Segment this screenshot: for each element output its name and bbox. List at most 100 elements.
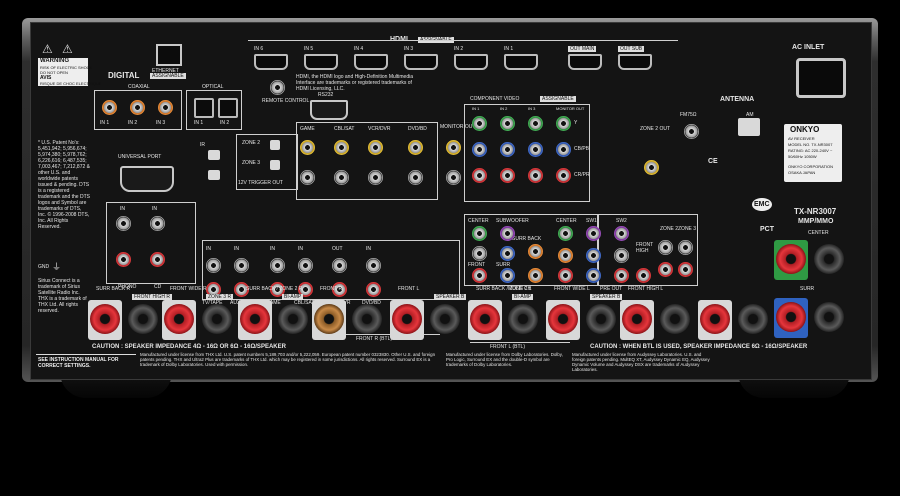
preout-surr-r-jack[interactable] xyxy=(586,268,601,283)
component-3-1-jack[interactable] xyxy=(556,142,571,157)
speaker-group-label-2: SURR BACK / ZONE 2 R xyxy=(246,286,303,292)
component-0-2-jack[interactable] xyxy=(472,168,487,183)
speaker-plus-terminal-6[interactable] xyxy=(548,304,578,334)
speaker-plus-terminal-2[interactable] xyxy=(240,304,270,334)
speaker-minus-terminal-7[interactable] xyxy=(660,304,690,334)
center-plus-terminal[interactable] xyxy=(776,244,806,274)
component-row-2: CR/PR xyxy=(574,172,590,178)
front-high-r-jack[interactable] xyxy=(636,268,651,283)
hdmi-out-main-port[interactable] xyxy=(568,54,602,70)
fm-antenna-jack[interactable] xyxy=(684,124,699,139)
phono-r-jack[interactable] xyxy=(116,252,131,267)
component-2-2-jack[interactable] xyxy=(528,168,543,183)
emc-mark: EMC xyxy=(752,198,772,211)
component-3-0-jack[interactable] xyxy=(556,116,571,131)
speaker-minus-terminal-1[interactable] xyxy=(202,304,232,334)
hdmi-in1-port[interactable] xyxy=(504,54,538,70)
speaker-plus-terminal-8[interactable] xyxy=(700,304,730,334)
speaker-minus-terminal-5[interactable] xyxy=(508,304,538,334)
zone3-trigger-jack[interactable] xyxy=(270,160,280,170)
hdmi-in4-port[interactable] xyxy=(354,54,388,70)
hdmi-in5-label: IN 5 xyxy=(304,46,314,52)
ir-label: IR xyxy=(200,142,205,148)
hdmi-in3-port[interactable] xyxy=(404,54,438,70)
component-1-2-jack[interactable] xyxy=(500,168,515,183)
coaxial-in1-jack[interactable] xyxy=(102,100,117,115)
preout-sw2-jack[interactable] xyxy=(614,226,629,241)
cd-l-jack[interactable] xyxy=(150,216,165,231)
coaxial-in3-jack[interactable] xyxy=(158,100,173,115)
rs232-port[interactable] xyxy=(310,100,348,120)
phono-l-jack[interactable] xyxy=(116,216,131,231)
multich-front-r-jack[interactable] xyxy=(472,268,487,283)
coaxial-in2-jack[interactable] xyxy=(130,100,145,115)
speaker-minus-terminal-6[interactable] xyxy=(586,304,616,334)
zone2-out-l-jack[interactable] xyxy=(658,240,673,255)
speaker-plus-terminal-0[interactable] xyxy=(90,304,120,334)
speaker-plus-terminal-3[interactable] xyxy=(314,304,344,334)
preout-center-label: CENTER xyxy=(556,218,577,224)
preout-sw2-label: SW2 xyxy=(616,218,627,224)
preout-surr-jack[interactable] xyxy=(586,248,601,263)
hdmi-in5-port[interactable] xyxy=(304,54,338,70)
speaker-minus-terminal-8[interactable] xyxy=(738,304,768,334)
optical-in2-label: IN 2 xyxy=(220,120,230,126)
digital-assignable-tag: ASSIGNABLE xyxy=(150,73,186,79)
universal-port-label: UNIVERSAL PORT xyxy=(118,154,162,160)
surr-r-plus-terminal[interactable] xyxy=(776,302,806,332)
multich-surrback-r-jack[interactable] xyxy=(528,268,543,283)
monitor-out-video-jack[interactable] xyxy=(446,140,461,155)
speaker-plus-terminal-5[interactable] xyxy=(470,304,500,334)
component-0-1-jack[interactable] xyxy=(472,142,487,157)
component-3-2-jack[interactable] xyxy=(556,168,571,183)
preout-center-jack[interactable] xyxy=(558,226,573,241)
multich-center-jack[interactable] xyxy=(472,226,487,241)
component-assignable-tag: ASSIGNABLE xyxy=(540,96,576,102)
preout-front-jack[interactable] xyxy=(614,248,629,263)
multich-surr-l-jack[interactable] xyxy=(500,246,515,261)
multich-front-l-jack[interactable] xyxy=(472,246,487,261)
multich-surr-r-jack[interactable] xyxy=(500,268,515,283)
speaker-minus-terminal-0[interactable] xyxy=(128,304,158,334)
speaker-plus-terminal-7[interactable] xyxy=(622,304,652,334)
remote-control-jack[interactable] xyxy=(270,80,285,95)
caution-icon: ⚠ xyxy=(62,42,73,56)
preout-surrback-jack[interactable] xyxy=(558,248,573,263)
preout-front-r-jack[interactable] xyxy=(614,268,629,283)
speaker-minus-terminal-2[interactable] xyxy=(278,304,308,334)
ir-in-jack[interactable] xyxy=(208,150,220,160)
preout-sw1-jack[interactable] xyxy=(586,226,601,241)
rs232-label: RS232 xyxy=(318,92,334,98)
ir-out-jack[interactable] xyxy=(208,170,220,180)
monitor-out-svideo-jack[interactable] xyxy=(446,170,461,185)
zone2-trigger-jack[interactable] xyxy=(270,140,280,150)
component-0-0-jack[interactable] xyxy=(472,116,487,131)
hdmi-in2-port[interactable] xyxy=(454,54,488,70)
speaker-plus-terminal-1[interactable] xyxy=(164,304,194,334)
cd-r-jack[interactable] xyxy=(150,252,165,267)
zone3-out-r-jack[interactable] xyxy=(678,262,693,277)
component-1-1-jack[interactable] xyxy=(500,142,515,157)
component-2-1-jack[interactable] xyxy=(528,142,543,157)
speaker-minus-terminal-4[interactable] xyxy=(430,304,460,334)
component-1-0-jack[interactable] xyxy=(500,116,515,131)
speaker-plus-terminal-4[interactable] xyxy=(392,304,422,334)
hdmi-out-sub-port[interactable] xyxy=(618,54,652,70)
surr-r-minus-terminal[interactable] xyxy=(814,302,844,332)
optical-in2-port[interactable] xyxy=(218,98,238,118)
zone2-out-r-jack[interactable] xyxy=(658,262,673,277)
center-minus-terminal[interactable] xyxy=(814,244,844,274)
speaker-minus-terminal-3[interactable] xyxy=(352,304,382,334)
hdmi-in6-port[interactable] xyxy=(254,54,288,70)
optical-in1-port[interactable] xyxy=(194,98,214,118)
component-2-0-jack[interactable] xyxy=(528,116,543,131)
zone3-out-l-jack[interactable] xyxy=(678,240,693,255)
ac-inlet-socket[interactable] xyxy=(796,58,846,98)
multich-surrback-l-jack[interactable] xyxy=(528,244,543,259)
ethernet-port[interactable] xyxy=(156,44,182,66)
universal-port-connector[interactable] xyxy=(120,166,174,192)
am-antenna-terminal[interactable] xyxy=(738,118,760,136)
multich-subwoofer-jack[interactable] xyxy=(500,226,515,241)
preout-surrback-r-jack[interactable] xyxy=(558,268,573,283)
zone2-out-video-jack[interactable] xyxy=(644,160,659,175)
